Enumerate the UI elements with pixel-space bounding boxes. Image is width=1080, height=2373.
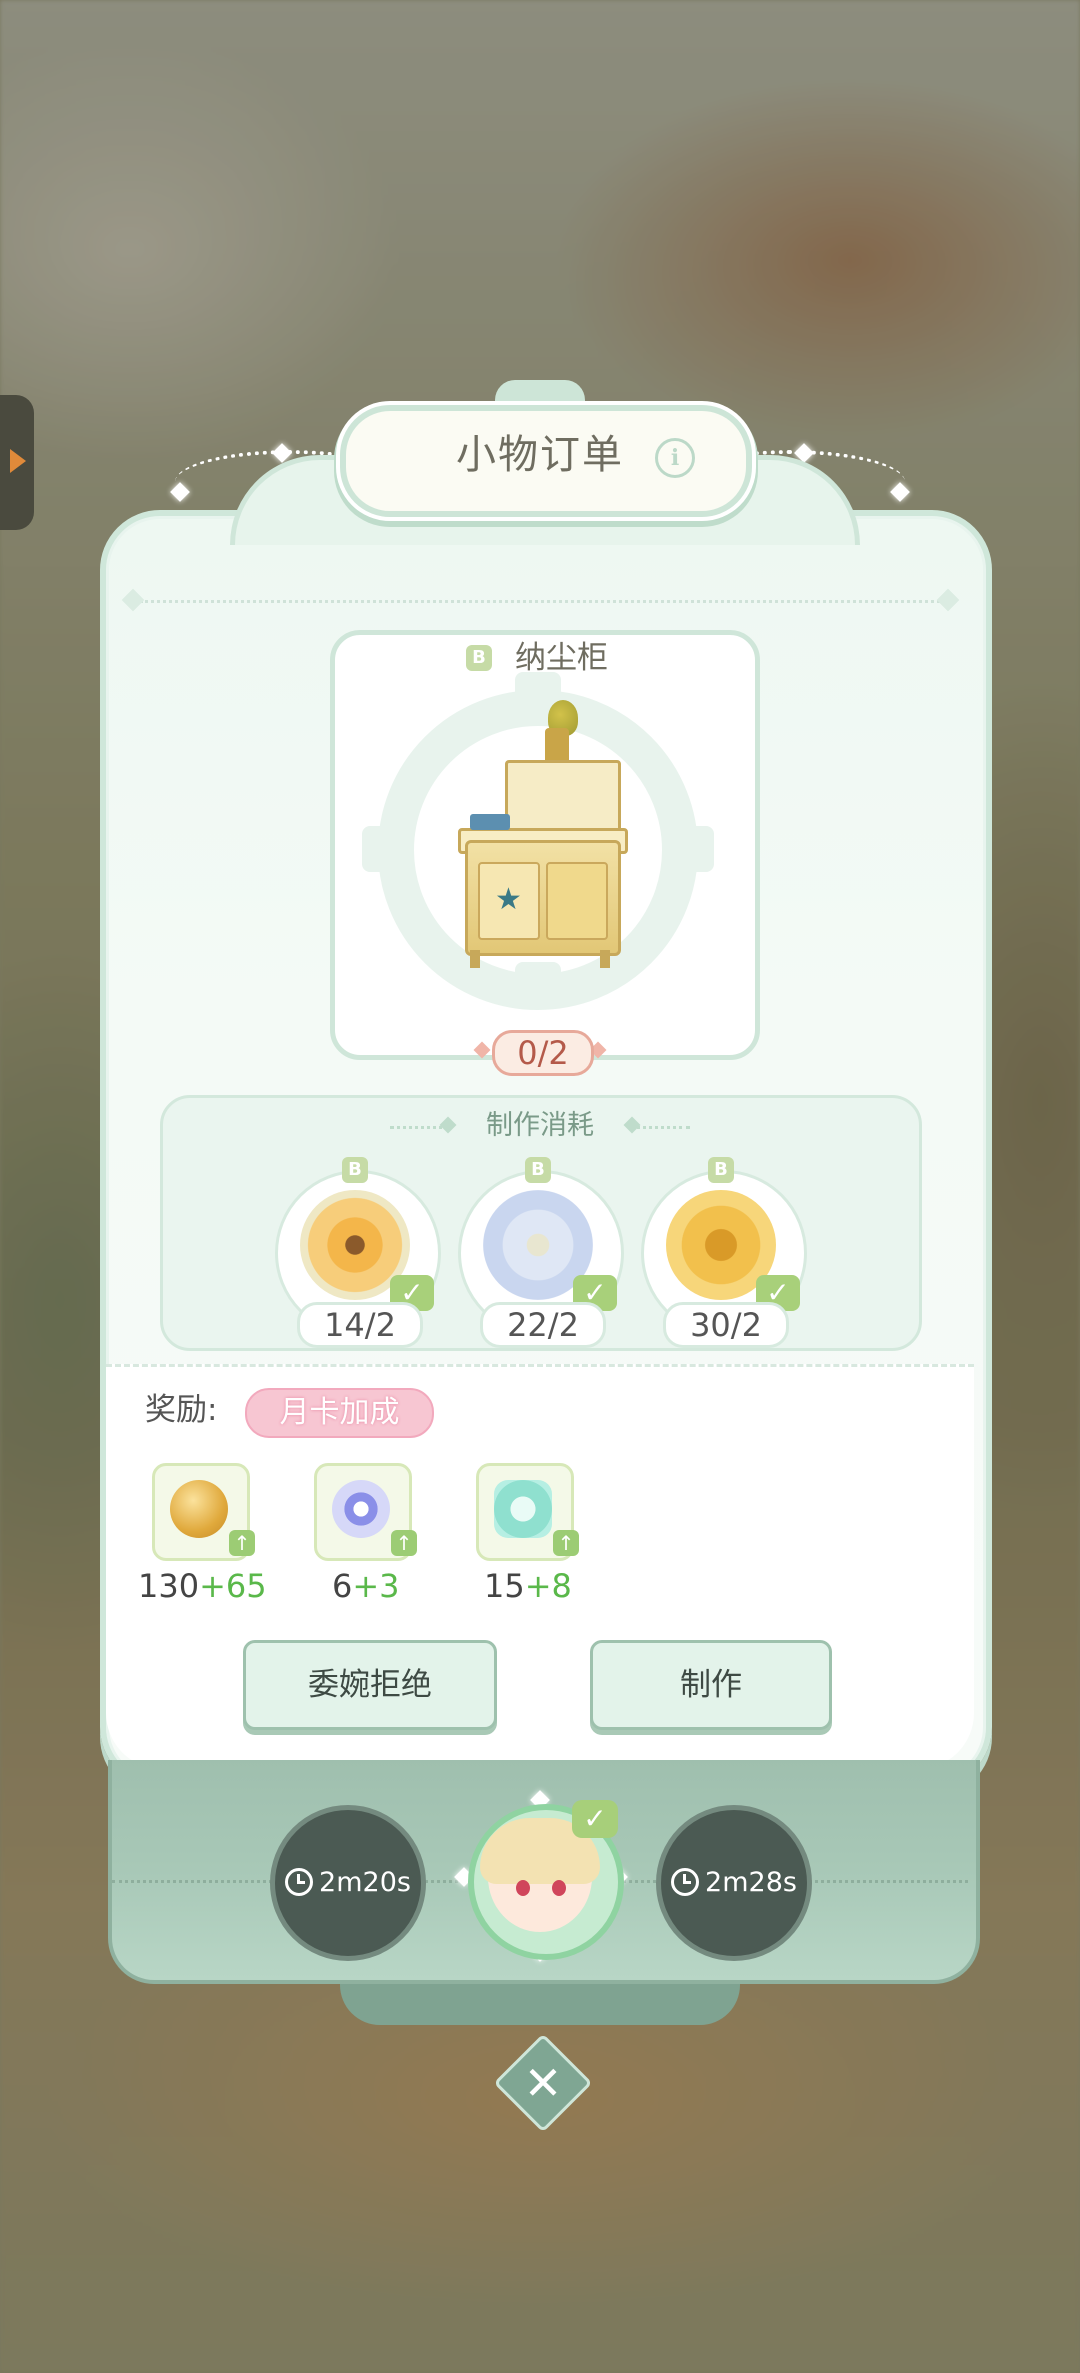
queue-slot-timer-left[interactable]: 2m20s	[270, 1805, 426, 1961]
grade-badge: B	[342, 1157, 368, 1183]
item-progress: 0/2	[492, 1030, 594, 1076]
cabinet-leg	[600, 950, 610, 968]
cabinet-door-right	[546, 862, 608, 940]
reward-amount: 6+3	[332, 1567, 400, 1605]
clock-icon	[671, 1867, 700, 1896]
arrow-up-icon: ↑	[229, 1530, 255, 1556]
cabinet-book	[470, 814, 510, 830]
craft-button[interactable]: 制作	[590, 1640, 832, 1730]
materials-heading: 制作消耗	[486, 1110, 594, 1141]
info-icon[interactable]: i	[655, 438, 695, 478]
plant-pot	[545, 728, 569, 764]
arrow-up-icon: ↑	[391, 1530, 417, 1556]
gear-tooth	[668, 826, 714, 872]
gear-tooth	[515, 962, 561, 1008]
exp-star-icon	[494, 1480, 552, 1538]
cabinet-upper-shelf	[505, 760, 621, 838]
clock-icon	[285, 1867, 314, 1896]
arrow-up-icon: ↑	[553, 1530, 579, 1556]
timer-text: 2m28s	[705, 1867, 797, 1898]
arrow-right-icon	[10, 449, 26, 473]
material-count: 14/2	[297, 1302, 423, 1348]
blue-crystal-token-icon	[332, 1480, 390, 1538]
grade-badge: B	[466, 645, 492, 671]
grade-badge: B	[708, 1157, 734, 1183]
check-icon: ✓	[572, 1800, 618, 1838]
grade-badge: B	[525, 1157, 551, 1183]
material-count: 22/2	[480, 1302, 606, 1348]
cabinet-leg	[470, 950, 480, 968]
reward-amount: 130+65	[138, 1567, 267, 1605]
side-drawer-tab[interactable]	[0, 395, 34, 530]
avatar-eye	[516, 1880, 530, 1896]
material-count: 30/2	[663, 1302, 789, 1348]
timer-text: 2m20s	[319, 1867, 411, 1898]
reward-amount: 15+8	[484, 1567, 572, 1605]
monthly-card-bonus-tag[interactable]: 月卡加成	[245, 1388, 434, 1438]
reward-label: 奖励:	[145, 1392, 218, 1428]
avatar-eye	[552, 1880, 566, 1896]
panel-top-dotted-divider	[140, 600, 940, 603]
close-icon[interactable]: ✕	[508, 2048, 578, 2118]
item-name: 纳尘柜	[515, 640, 608, 676]
queue-slot-timer-right[interactable]: 2m28s	[656, 1805, 812, 1961]
house-coin-icon	[170, 1480, 228, 1538]
section-divider	[106, 1364, 974, 1367]
gear-tooth	[362, 826, 408, 872]
star-emblem-icon: ★	[495, 882, 522, 917]
decline-button[interactable]: 委婉拒绝	[243, 1640, 497, 1730]
